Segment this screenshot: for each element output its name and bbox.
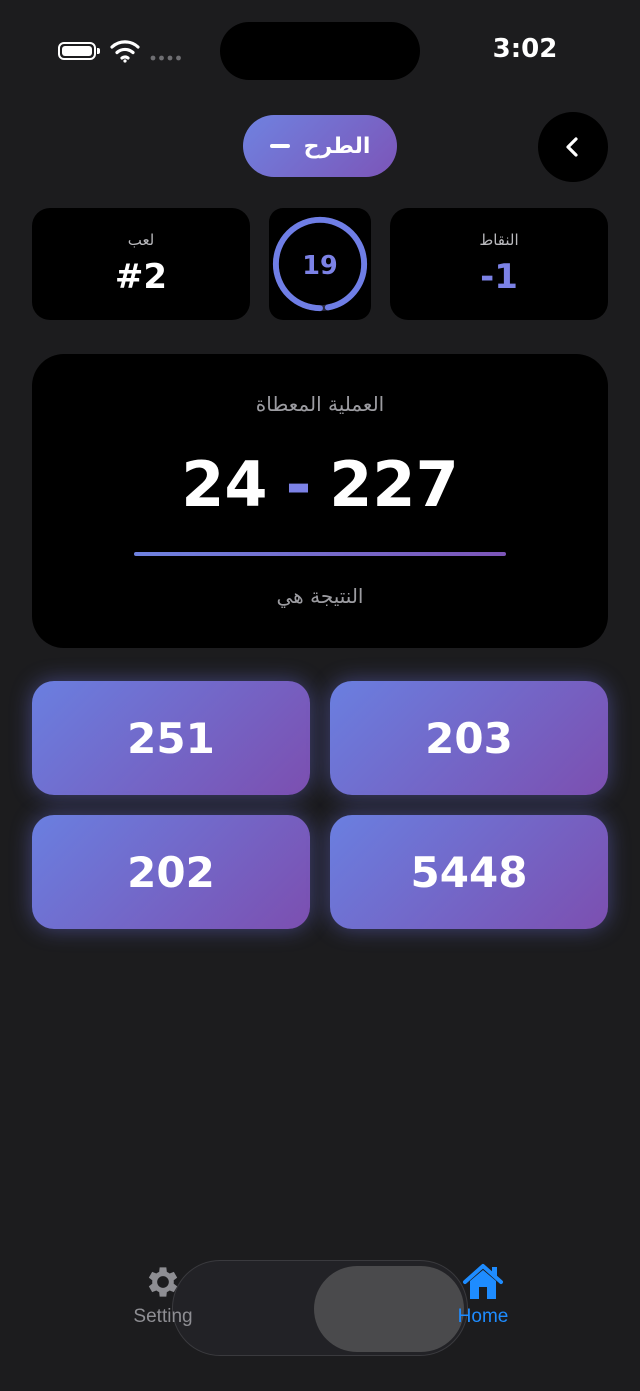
game-card: لعب #2: [32, 208, 250, 320]
dynamic-island: [220, 22, 420, 80]
battery-icon: [58, 42, 100, 60]
timer-card: 19: [269, 208, 371, 320]
chevron-left-icon: [566, 137, 578, 157]
question-label: العملية المعطاة: [255, 392, 385, 416]
points-card: النقاط -1: [390, 208, 608, 320]
cellular-signal-icon: [150, 55, 181, 61]
status-time: 3:02: [492, 34, 558, 64]
operation-label: الطرح: [303, 133, 371, 159]
left-operand: 24: [181, 448, 268, 521]
divider-line: [134, 552, 506, 556]
operation-button[interactable]: الطرح: [243, 115, 397, 177]
tab-setting-label: Setting: [133, 1306, 193, 1327]
timer-value: 19: [302, 251, 338, 281]
back-button[interactable]: [538, 112, 608, 182]
answer-button-4[interactable]: 5448: [330, 815, 608, 929]
game-value: #2: [114, 257, 168, 297]
answer-button-1[interactable]: 251: [32, 681, 310, 795]
points-label: النقاط: [479, 231, 519, 249]
right-operand: 227: [329, 448, 459, 521]
points-value: -1: [480, 257, 518, 297]
answer-button-2[interactable]: 203: [330, 681, 608, 795]
tab-home-label: Home: [457, 1306, 509, 1327]
game-label: لعب: [127, 231, 155, 249]
question-expression: 24 - 227: [32, 448, 608, 521]
home-icon: [463, 1264, 503, 1299]
result-label: النتيجة هي: [276, 584, 364, 608]
timer-ring: 19: [272, 216, 368, 312]
minus-icon: [269, 144, 290, 148]
operator-symbol: -: [285, 448, 312, 521]
tab-setting[interactable]: Setting: [108, 1262, 218, 1328]
answer-button-3[interactable]: 202: [32, 815, 310, 929]
wifi-icon: [110, 40, 140, 63]
question-card: العملية المعطاة 24 - 227 النتيجة هي: [32, 354, 608, 648]
status-bar: 3:02: [0, 0, 640, 100]
gear-icon: [148, 1267, 178, 1297]
tab-home[interactable]: Home: [428, 1262, 538, 1328]
